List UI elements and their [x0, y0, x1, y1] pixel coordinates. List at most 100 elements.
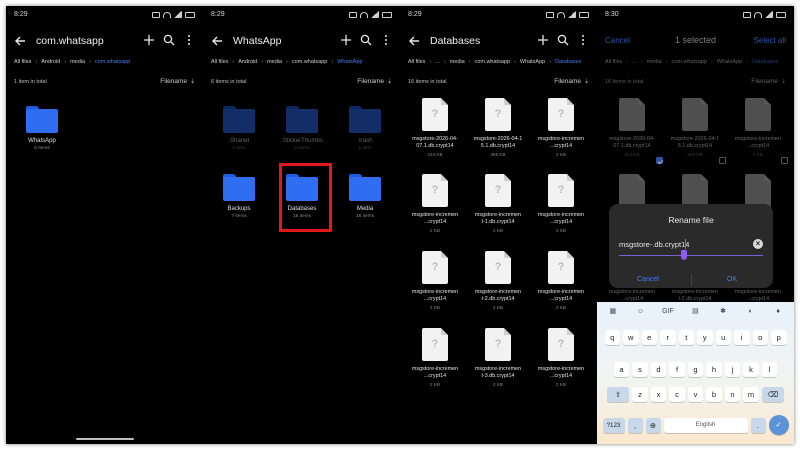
filename-input[interactable]: msgstore-.db.crypt14 × — [619, 238, 763, 252]
file-item[interactable]: ? msgstore-2026-04- 07.1.db.crypt14 314 KB — [602, 98, 662, 157]
breadcrumb-item[interactable]: All files — [211, 59, 228, 65]
more-options-icon[interactable] — [183, 34, 195, 46]
key[interactable]: u — [715, 330, 731, 345]
breadcrumb-item[interactable]: ... — [435, 59, 440, 65]
breadcrumb-item[interactable]: All files — [605, 59, 622, 65]
clear-icon[interactable]: × — [753, 239, 763, 249]
breadcrumb-item[interactable]: WhatsApp — [520, 59, 545, 65]
key[interactable]: f — [669, 362, 685, 377]
select-all-button[interactable]: Select all — [754, 36, 786, 45]
folder-item[interactable]: Backups 7 items — [211, 174, 267, 219]
settings-icon[interactable]: ✱ — [717, 307, 729, 315]
file-item[interactable]: ? msgstore-incremen t-1.db.crypt14 2 KB — [468, 174, 528, 233]
file-checkbox[interactable] — [781, 157, 788, 164]
breadcrumb-item[interactable]: WhatsApp — [717, 59, 742, 65]
file-item[interactable]: ? msgstore-incremen ...crypt14 2 KB — [405, 174, 465, 233]
file-item[interactable]: ? — [665, 174, 725, 207]
folder-item[interactable]: .trash 1 item — [337, 106, 393, 151]
folder-item[interactable]: .StickerThumbs 0 items — [274, 106, 330, 151]
breadcrumb-item[interactable]: ... — [632, 59, 637, 65]
breadcrumb-item[interactable]: media — [70, 59, 85, 65]
file-checkbox-checked[interactable] — [656, 157, 663, 164]
add-icon[interactable] — [340, 34, 352, 46]
folder-item[interactable]: WhatsApp 6 items — [14, 106, 70, 151]
key[interactable]: b — [706, 387, 722, 402]
sort-control[interactable]: Filename ⇣ — [160, 78, 195, 85]
breadcrumb-item[interactable]: media — [267, 59, 282, 65]
key[interactable]: x — [650, 387, 667, 402]
key[interactable]: t — [678, 330, 694, 345]
back-arrow-icon[interactable] — [211, 35, 223, 47]
gif-button[interactable]: GIF — [662, 308, 674, 315]
key[interactable]: y — [697, 330, 713, 345]
key[interactable]: d — [650, 362, 667, 377]
more-options-icon[interactable] — [577, 34, 589, 46]
add-icon[interactable] — [537, 34, 549, 46]
key[interactable]: z — [632, 387, 648, 402]
palette-icon[interactable]: ◐ — [745, 308, 757, 315]
globe-icon[interactable]: ⊕ — [645, 417, 661, 433]
key[interactable]: a — [613, 362, 630, 377]
file-item[interactable]: ? msgstore-incremen ...crypt14 2 KB — [531, 328, 591, 387]
breadcrumb-item[interactable]: com.whatsapp — [672, 59, 707, 65]
file-item[interactable]: ? — [728, 174, 788, 207]
comma-key[interactable]: , — [627, 417, 643, 433]
key[interactable]: c — [669, 387, 685, 402]
cursor-handle[interactable] — [681, 250, 687, 260]
breadcrumb-item[interactable]: com.whatsapp — [475, 59, 510, 65]
file-item[interactable]: ? msgstore-incremen ...crypt14 2 KB — [531, 98, 591, 157]
key[interactable]: l — [761, 362, 778, 377]
search-icon[interactable] — [360, 34, 372, 46]
sort-control[interactable]: Filename ⇣ — [751, 78, 786, 85]
ok-button[interactable]: OK — [727, 276, 737, 283]
key[interactable]: v — [687, 387, 704, 402]
file-item[interactable]: ? msgstore-incremen ...crypt14 2 KB — [728, 98, 788, 157]
breadcrumb-item[interactable]: media — [647, 59, 662, 65]
space-key[interactable]: English — [663, 417, 748, 433]
file-checkbox[interactable] — [719, 157, 726, 164]
file-item[interactable]: ? msgstore-2026-04-1 5.1.db.crypt14 395 KB — [665, 98, 725, 157]
file-item[interactable]: ? msgstore-2026-04- 07.1.db.crypt14 314 KB — [405, 98, 465, 157]
mic-icon[interactable]: ♦ — [772, 308, 784, 315]
more-options-icon[interactable] — [380, 34, 392, 46]
period-key[interactable]: . — [750, 417, 766, 433]
key[interactable]: n — [724, 387, 741, 402]
key[interactable]: o — [752, 330, 768, 345]
file-item[interactable]: ? msgstore-2026-04-1 5.1.db.crypt14 395 KB — [468, 98, 528, 157]
sort-control[interactable]: Filename ⇣ — [554, 78, 589, 85]
file-item[interactable]: ? msgstore-incremen ...crypt14 2 KB — [531, 174, 591, 233]
key[interactable]: m — [743, 387, 759, 402]
key[interactable]: p — [771, 330, 787, 345]
file-item[interactable]: ? msgstore-incremen t-3.db.crypt14 2 KB — [468, 328, 528, 387]
file-item[interactable]: ? — [602, 174, 662, 207]
key[interactable]: k — [743, 362, 759, 377]
key[interactable]: r — [660, 330, 676, 345]
folder-item[interactable]: .Shared 1 item — [211, 106, 267, 151]
breadcrumb-item[interactable]: All files — [408, 59, 425, 65]
file-item[interactable]: ? msgstore-incremen ...crypt14 2 KB — [405, 328, 465, 387]
back-arrow-icon[interactable] — [14, 35, 26, 47]
key[interactable]: i — [734, 330, 750, 345]
breadcrumb-item[interactable]: com.whatsapp — [292, 59, 327, 65]
key[interactable]: w — [623, 330, 639, 345]
key[interactable]: g — [687, 362, 704, 377]
symbols-key[interactable]: ?123 — [602, 417, 625, 433]
search-icon[interactable] — [163, 34, 175, 46]
folder-item[interactable]: Media 16 items — [337, 174, 393, 219]
key[interactable]: s — [632, 362, 648, 377]
sort-control[interactable]: Filename ⇣ — [357, 78, 392, 85]
back-arrow-icon[interactable] — [408, 35, 420, 47]
search-icon[interactable] — [557, 34, 569, 46]
enter-check-icon[interactable]: ✓ — [768, 415, 789, 435]
cancel-button[interactable]: Cancel — [637, 276, 659, 283]
breadcrumb-item[interactable]: Android — [238, 59, 257, 65]
file-item[interactable]: ? msgstore-incremen ...crypt14 2 KB — [405, 251, 465, 310]
key[interactable]: j — [724, 362, 741, 377]
shift-key[interactable]: ⇧ — [607, 387, 630, 402]
clipboard-icon[interactable]: ▤ — [689, 307, 701, 315]
breadcrumb-item[interactable]: All files — [14, 59, 31, 65]
sticker-icon[interactable]: ☺ — [634, 308, 646, 315]
breadcrumb-item[interactable]: media — [450, 59, 465, 65]
apps-grid-icon[interactable]: ▦ — [607, 307, 619, 315]
backspace-key[interactable]: ⌫ — [761, 387, 784, 402]
